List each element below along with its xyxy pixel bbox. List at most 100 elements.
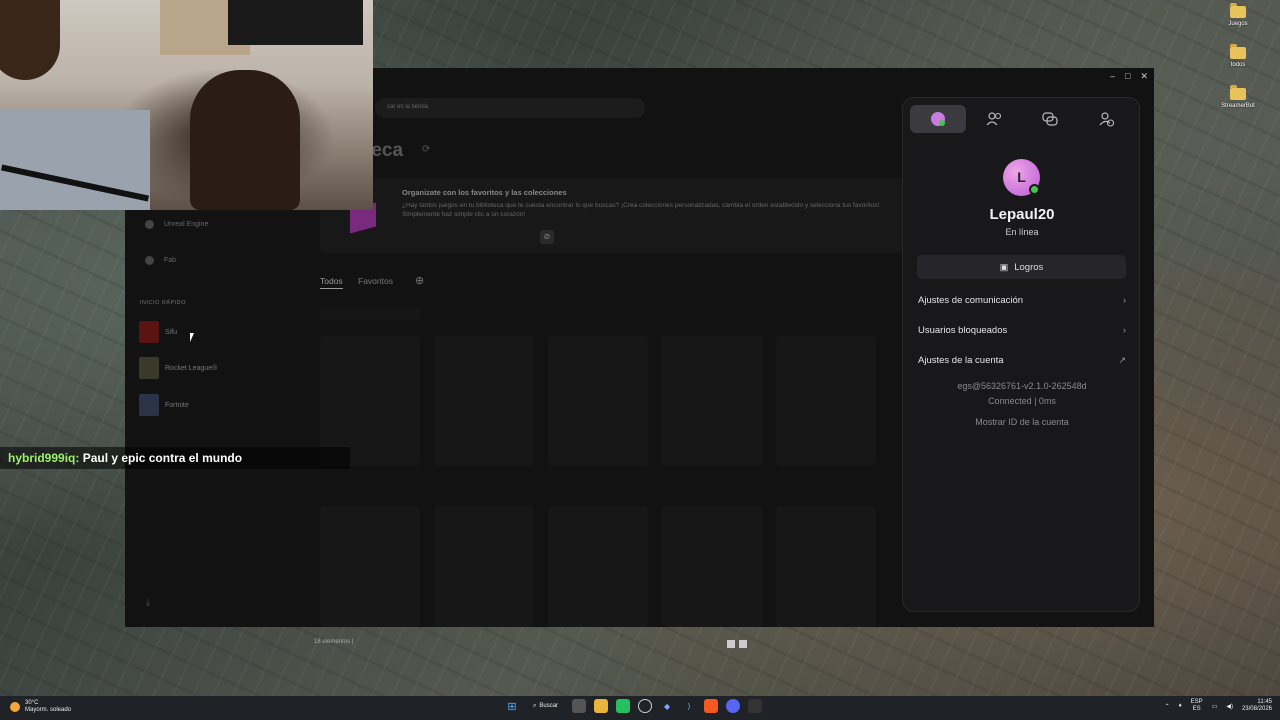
collections-banner: Organizate con los favoritos y las colec… bbox=[320, 178, 905, 253]
weather-widget[interactable]: 30°C Mayorm. soleado bbox=[10, 700, 71, 714]
game-thumbnail bbox=[139, 321, 159, 343]
webcam-person bbox=[190, 70, 300, 210]
presence-status[interactable]: En línea bbox=[903, 227, 1141, 237]
achievements-button[interactable]: ▣ Logros bbox=[917, 255, 1126, 279]
connection-status: Connected | 0ms bbox=[988, 396, 1056, 406]
refresh-icon[interactable]: ⟳ bbox=[422, 144, 430, 155]
app-icon[interactable]: ◆ bbox=[660, 699, 674, 713]
blocked-users-row[interactable]: Usuarios bloqueados › bbox=[918, 325, 1126, 336]
taskbar: 30°C Mayorm. soleado ⊞ ⌕ Buscar ◆ ⟩ ⌃ ♦ … bbox=[0, 696, 1280, 720]
game-thumbnail bbox=[139, 394, 159, 416]
chatgpt-icon[interactable] bbox=[638, 699, 653, 713]
quick-item-label: Sifu bbox=[165, 328, 178, 336]
desktop-icon-streamerbot[interactable]: StreamerBot bbox=[1208, 85, 1268, 109]
game-card[interactable] bbox=[776, 336, 876, 466]
add-friend-icon bbox=[1099, 112, 1114, 127]
library-main: car en la tienda teca ⟳ Organizate con l… bbox=[315, 68, 905, 627]
online-status-dot bbox=[1029, 184, 1040, 195]
close-button[interactable]: ✕ bbox=[1140, 71, 1148, 82]
quick-item-fortnite[interactable]: Fortnite bbox=[139, 394, 189, 416]
chevron-right-icon: › bbox=[1123, 325, 1126, 335]
chevron-up-icon[interactable]: ⌃ bbox=[1165, 703, 1170, 710]
build-version: egs@56326761-v2.1.0-262548d bbox=[957, 381, 1087, 391]
windows-start-icon[interactable]: ⊞ bbox=[505, 699, 519, 713]
taskbar-search[interactable]: ⌕ Buscar bbox=[527, 703, 564, 710]
vscode-icon[interactable]: ⟩ bbox=[682, 699, 696, 713]
tab-add-friend[interactable] bbox=[1078, 105, 1134, 133]
unreal-icon bbox=[145, 220, 154, 229]
fab-icon bbox=[145, 256, 154, 265]
account-settings-row[interactable]: Ajustes de la cuenta ↗ bbox=[918, 355, 1126, 366]
desktop-icon-label: todos bbox=[1230, 62, 1246, 68]
desktop-icon-juegos[interactable]: Juegos bbox=[1208, 3, 1268, 27]
game-card[interactable] bbox=[662, 336, 762, 466]
game-card[interactable] bbox=[776, 506, 876, 627]
grid-view-icon[interactable] bbox=[727, 640, 735, 648]
sidebar: Unreal Engine Fab INICIO RÁPIDO Sifu Roc… bbox=[125, 208, 315, 627]
system-tray: ⌃ ♦ ESP ES ▭ ◀) 11:45 23/08/2026 bbox=[1165, 699, 1272, 713]
tab-chat[interactable] bbox=[1022, 105, 1078, 133]
quick-item-sifu[interactable]: Sifu bbox=[139, 321, 177, 343]
clock-date: 23/08/2026 bbox=[1241, 706, 1272, 712]
chevron-right-icon: › bbox=[1123, 295, 1126, 305]
volume-icon[interactable]: ◀) bbox=[1226, 703, 1233, 710]
row-label: Usuarios bloqueados bbox=[918, 325, 1008, 336]
game-card[interactable] bbox=[434, 336, 534, 466]
network-icon[interactable]: ▭ bbox=[1212, 703, 1218, 710]
whatsapp-icon[interactable] bbox=[616, 699, 631, 713]
game-card[interactable] bbox=[662, 506, 762, 627]
friends-icon bbox=[986, 112, 1002, 126]
tab-todos[interactable]: Todos bbox=[320, 276, 343, 289]
epic-games-icon[interactable] bbox=[748, 699, 763, 713]
maximize-button[interactable]: □ bbox=[1125, 71, 1130, 81]
webcam-overlay bbox=[0, 0, 373, 210]
downloads-icon[interactable]: ⤓ bbox=[146, 597, 150, 608]
communication-settings-row[interactable]: Ajustes de comunicación › bbox=[918, 295, 1126, 306]
game-card[interactable] bbox=[548, 506, 648, 627]
show-account-id-link[interactable]: Mostrar ID de la cuenta bbox=[903, 417, 1141, 427]
tab-favoritos[interactable]: Favoritos bbox=[358, 276, 393, 286]
chat-icon bbox=[1042, 112, 1058, 126]
discord-icon[interactable] bbox=[726, 699, 741, 713]
search-label: Buscar bbox=[539, 703, 559, 709]
dismiss-banner-button[interactable]: ⊘ bbox=[540, 230, 554, 244]
game-card[interactable] bbox=[548, 336, 648, 466]
game-card[interactable] bbox=[434, 506, 534, 627]
minimize-button[interactable]: – bbox=[1110, 71, 1115, 81]
banner-heading: Organizate con los favoritos y las colec… bbox=[402, 188, 567, 197]
mic-icon[interactable]: ♦ bbox=[1179, 703, 1182, 709]
quick-launch-title: INICIO RÁPIDO bbox=[140, 300, 186, 306]
filter-bar[interactable] bbox=[320, 307, 420, 321]
lang-top: ESP bbox=[1190, 699, 1203, 705]
banner-text: ¿Hay tantos juegos en tu biblioteca que … bbox=[402, 202, 880, 218]
store-search-input[interactable]: car en la tienda bbox=[375, 98, 645, 118]
sidebar-item-label: Unreal Engine bbox=[164, 221, 209, 228]
sidebar-item-fab[interactable]: Fab bbox=[145, 256, 176, 265]
item-count-text: 18 elementos bbox=[314, 639, 351, 645]
row-label: Ajustes de comunicación bbox=[918, 295, 1024, 306]
row-label: Ajustes de la cuenta bbox=[918, 355, 1004, 366]
tab-profile[interactable] bbox=[910, 105, 966, 133]
game-thumbnail bbox=[139, 357, 159, 379]
clock-time: 11:45 bbox=[1257, 699, 1272, 705]
chat-username: hybrid999iq: bbox=[8, 451, 80, 465]
language-indicator[interactable]: ESP ES bbox=[1191, 699, 1203, 713]
taskbar-apps: ⊞ ⌕ Buscar ◆ ⟩ bbox=[505, 699, 763, 713]
lang-bottom: ES bbox=[1192, 706, 1201, 712]
game-card[interactable] bbox=[320, 506, 420, 627]
clock[interactable]: 11:45 23/08/2026 bbox=[1242, 699, 1272, 713]
sidebar-item-unreal[interactable]: Unreal Engine bbox=[145, 220, 208, 229]
brave-icon[interactable] bbox=[704, 699, 719, 713]
desktop-icon-label: StreamerBot bbox=[1221, 103, 1255, 109]
sidebar-item-label: Fab bbox=[164, 257, 177, 264]
desktop-icon-label: Juegos bbox=[1228, 21, 1248, 27]
add-collection-icon[interactable]: ⊕ bbox=[415, 274, 424, 287]
task-view-icon[interactable] bbox=[572, 699, 587, 713]
tab-friends[interactable] bbox=[966, 105, 1022, 133]
list-view-icon[interactable] bbox=[739, 640, 747, 648]
mouse-cursor bbox=[190, 333, 194, 342]
quick-item-rocket-league[interactable]: Rocket League® bbox=[139, 357, 217, 379]
file-explorer-icon[interactable] bbox=[594, 699, 609, 713]
desktop-icon-todos[interactable]: todos bbox=[1208, 44, 1268, 68]
username: Lepaul20 bbox=[989, 206, 1055, 223]
